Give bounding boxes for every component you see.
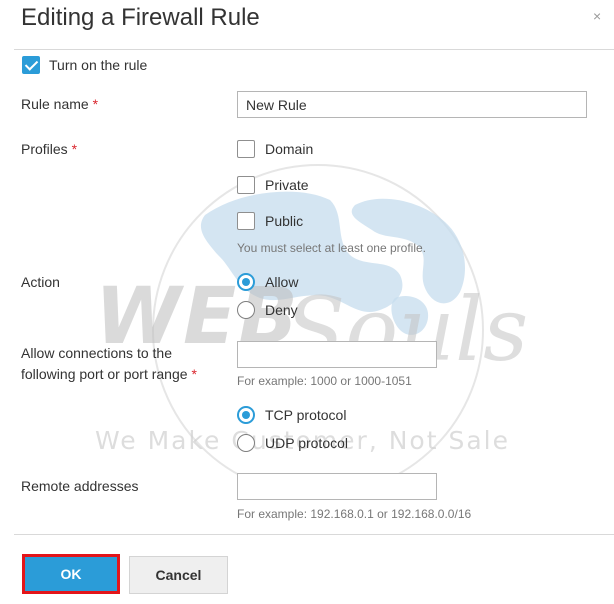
- action-deny-radio[interactable]: [237, 301, 255, 319]
- remote-addresses-label: Remote addresses: [21, 478, 139, 494]
- profiles-label-text: Profiles: [21, 141, 68, 157]
- header-divider: [14, 49, 614, 50]
- profile-domain-label: Domain: [265, 141, 314, 157]
- required-marker: *: [191, 366, 197, 382]
- footer-divider: [14, 534, 614, 535]
- ports-label-line2: following port or port range *: [21, 366, 197, 382]
- close-icon[interactable]: ×: [593, 8, 601, 24]
- cancel-button[interactable]: Cancel: [129, 556, 228, 594]
- profiles-hint: You must select at least one profile.: [237, 241, 426, 255]
- rule-name-label: Rule name *: [21, 96, 98, 112]
- tcp-protocol-label: TCP protocol: [265, 407, 347, 423]
- profile-domain-checkbox[interactable]: [237, 140, 255, 158]
- rule-name-input[interactable]: [237, 91, 587, 118]
- profile-private-label: Private: [265, 177, 309, 193]
- rule-name-label-text: Rule name: [21, 96, 89, 112]
- udp-protocol-radio[interactable]: [237, 434, 255, 452]
- action-allow-label: Allow: [265, 274, 299, 290]
- ports-label-line1: Allow connections to the: [21, 345, 172, 361]
- action-allow-radio[interactable]: [237, 273, 255, 291]
- tcp-protocol-radio[interactable]: [237, 406, 255, 424]
- profile-private-checkbox[interactable]: [237, 176, 255, 194]
- turn-on-rule-label: Turn on the rule: [49, 57, 148, 73]
- required-marker: *: [71, 141, 78, 157]
- profiles-label: Profiles *: [21, 141, 77, 157]
- dialog-title: Editing a Firewall Rule: [21, 4, 260, 31]
- remote-addresses-input[interactable]: [237, 473, 437, 500]
- udp-protocol-label: UDP protocol: [265, 435, 349, 451]
- profile-public-label: Public: [265, 213, 304, 229]
- ok-button[interactable]: OK: [22, 554, 120, 594]
- profile-public-checkbox[interactable]: [237, 212, 255, 230]
- port-range-input[interactable]: [237, 341, 437, 368]
- turn-on-rule-checkbox[interactable]: [22, 56, 40, 74]
- action-deny-label: Deny: [265, 302, 298, 318]
- ports-label-line2-text: following port or port range: [21, 366, 188, 382]
- required-marker: *: [92, 96, 99, 112]
- port-range-hint: For example: 1000 or 1000-1051: [237, 374, 412, 388]
- remote-addresses-hint: For example: 192.168.0.1 or 192.168.0.0/…: [237, 507, 472, 521]
- action-label: Action: [21, 274, 60, 290]
